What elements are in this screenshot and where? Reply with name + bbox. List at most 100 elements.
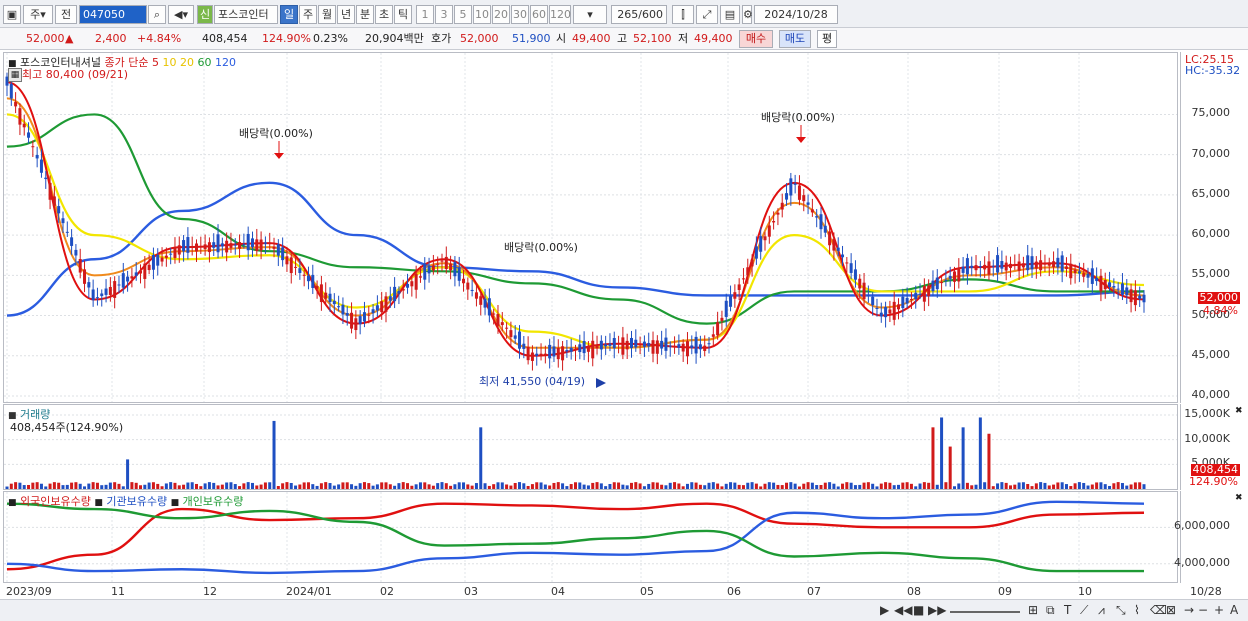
- volume-bar: [380, 482, 384, 489]
- dividend-marker-icon: [796, 137, 806, 143]
- holding-panel[interactable]: ■ 외국인보유수량 ■ 기관보유수량 ■ 개인보유수량: [3, 491, 1178, 583]
- candle-body: [289, 257, 293, 274]
- volume-bar: [862, 482, 866, 489]
- fast-forward-icon[interactable]: ▶▶: [928, 603, 946, 617]
- stop-icon[interactable]: ■: [913, 603, 924, 617]
- volume-bar: [143, 484, 147, 489]
- volume-bar: [367, 483, 371, 489]
- volume-bar: [431, 485, 435, 489]
- x-axis-label: 11: [111, 585, 125, 598]
- period-button-6[interactable]: 틱: [394, 5, 412, 24]
- grid-icon[interactable]: ▦: [8, 68, 22, 82]
- volume-bar: [608, 483, 612, 489]
- font-size-icon[interactable]: A: [1230, 603, 1238, 617]
- stock-code-input[interactable]: 047050: [79, 5, 147, 24]
- period-button-3[interactable]: 년: [337, 5, 355, 24]
- candle-body: [1056, 257, 1060, 268]
- volume-bar: [276, 486, 280, 489]
- interval-button-5[interactable]: 5: [454, 5, 472, 24]
- interval-button-60[interactable]: 60: [530, 5, 548, 24]
- ma20-legend: 20: [179, 56, 194, 69]
- arrow-right-icon[interactable]: →: [1184, 603, 1194, 617]
- volume-bar: [548, 485, 552, 489]
- layout-icon[interactable]: ▣: [3, 5, 21, 24]
- interval-dropdown[interactable]: ▾: [573, 5, 607, 24]
- period-button-5[interactable]: 초: [375, 5, 393, 24]
- interval-button-30[interactable]: 30: [511, 5, 529, 24]
- fan-tool-icon[interactable]: ⌇: [1134, 603, 1140, 617]
- volume-bar: [612, 482, 616, 489]
- candle-body: [1000, 260, 1004, 269]
- candle-body: [733, 292, 737, 299]
- market-select[interactable]: 주▾: [23, 5, 53, 24]
- volume-bar: [345, 482, 349, 489]
- candle-type-icon[interactable]: ⫿: [672, 5, 694, 24]
- text-tool-icon[interactable]: T: [1064, 603, 1071, 617]
- copy-icon[interactable]: ⧉: [1046, 603, 1055, 618]
- line-tool-icon[interactable]: ⟋: [1080, 603, 1088, 618]
- period-button-4[interactable]: 분: [356, 5, 374, 24]
- volume-bar: [444, 483, 448, 489]
- compare-icon[interactable]: ⤢: [696, 5, 718, 24]
- x-axis-label: 08: [907, 585, 921, 598]
- candle-body: [785, 193, 789, 200]
- search-icon[interactable]: ⌕: [148, 5, 166, 24]
- zoom-in-icon[interactable]: +: [1214, 603, 1224, 617]
- volume-bar: [315, 485, 319, 489]
- eval-button[interactable]: 평: [817, 30, 837, 48]
- volume-bar: [561, 483, 565, 489]
- volume-bar: [177, 485, 181, 489]
- trend-tool-icon[interactable]: ⤡: [1116, 603, 1126, 618]
- candle-body: [457, 267, 461, 281]
- volume-bar: [427, 484, 431, 489]
- volume-bar: [780, 485, 784, 489]
- interval-button-10[interactable]: 10: [473, 5, 491, 24]
- period-button-1[interactable]: 주: [299, 5, 317, 24]
- sell-button[interactable]: 매도: [779, 30, 811, 48]
- delete-drawings-icon[interactable]: ⊠: [1166, 603, 1176, 617]
- candle-body: [767, 225, 771, 237]
- period-button-0[interactable]: 일: [280, 5, 298, 24]
- ma-line-10: [6, 97, 1145, 349]
- candle-body: [384, 296, 388, 312]
- candle-body: [52, 196, 56, 206]
- volume-bar: [186, 482, 190, 489]
- volume-panel[interactable]: ■ 거래량 408,454주(124.90%): [3, 404, 1178, 490]
- candle-body: [763, 236, 767, 241]
- volume-bar: [922, 482, 926, 489]
- period-button-2[interactable]: 월: [318, 5, 336, 24]
- interval-button-1[interactable]: 1: [416, 5, 434, 24]
- save-icon[interactable]: ▤: [720, 5, 740, 24]
- volume-bar: [9, 483, 13, 489]
- crosshair-icon[interactable]: ⊞: [1028, 603, 1038, 617]
- date-input[interactable]: 2024/10/28: [754, 5, 838, 24]
- candle-body: [1142, 294, 1146, 303]
- fib-tool-icon[interactable]: ⩘: [1098, 603, 1105, 618]
- scroll-right-icon[interactable]: ▶: [880, 603, 889, 617]
- volume-bar: [1082, 482, 1086, 489]
- buy-button[interactable]: 매수: [739, 30, 773, 48]
- stock-name[interactable]: 포스코인터: [214, 5, 278, 24]
- eraser-icon[interactable]: ⌫: [1150, 603, 1167, 617]
- rewind-icon[interactable]: ◀◀: [894, 603, 912, 617]
- volume-bar: [126, 459, 130, 489]
- price-panel[interactable]: ■ 포스코인터내셔널 종가 단순 5 10 20 60 120 최고 80,40…: [3, 52, 1178, 403]
- volume-bar: [1086, 485, 1090, 489]
- interval-button-3[interactable]: 3: [435, 5, 453, 24]
- candle-body: [940, 282, 944, 284]
- volume-bar: [595, 482, 599, 489]
- zoom-slider[interactable]: [950, 603, 1020, 613]
- settings-icon[interactable]: ⚙: [742, 5, 753, 24]
- volume-bar: [190, 482, 194, 489]
- zoom-out-icon[interactable]: −: [1198, 603, 1208, 617]
- volume-bar: [935, 484, 939, 489]
- close-icon[interactable]: ✖: [1235, 493, 1243, 503]
- prefix-button[interactable]: 전: [55, 5, 77, 24]
- interval-button-20[interactable]: 20: [492, 5, 510, 24]
- candle-body: [100, 293, 104, 297]
- interval-button-120[interactable]: 120: [549, 5, 571, 24]
- close-icon[interactable]: ✖: [1235, 406, 1243, 416]
- volume-bar: [785, 482, 789, 489]
- count-input[interactable]: 265/600: [611, 5, 667, 24]
- sound-icon[interactable]: ◀▾: [168, 5, 194, 24]
